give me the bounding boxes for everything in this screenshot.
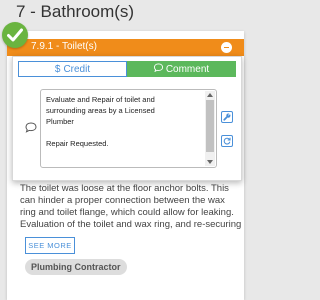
item-header[interactable]: 7.9.1 - Toilet(s) bbox=[7, 39, 244, 56]
see-more-button[interactable]: SEE MORE bbox=[25, 237, 75, 254]
comment-popup: $ Credit Comment Evaluate and Repair of … bbox=[12, 56, 242, 181]
item-description: The toilet was loose at the floor anchor… bbox=[20, 183, 242, 230]
item-header-label: 7.9.1 - Toilet(s) bbox=[31, 41, 97, 52]
scroll-thumb[interactable] bbox=[206, 100, 214, 152]
speech-bubble-icon bbox=[25, 120, 37, 138]
dollar-icon: $ bbox=[54, 63, 61, 75]
tab-credit[interactable]: $ Credit bbox=[18, 61, 127, 77]
tab-credit-label: Credit bbox=[63, 63, 91, 75]
comment-text: Evaluate and Repair of toilet and surrou… bbox=[46, 95, 155, 148]
chat-bubble-icon bbox=[153, 63, 163, 75]
contractor-tag: Plumbing Contractor bbox=[25, 259, 127, 275]
comment-textarea[interactable]: Evaluate and Repair of toilet and surrou… bbox=[40, 89, 217, 168]
tab-comment-label: Comment bbox=[165, 63, 210, 75]
textarea-scrollbar[interactable] bbox=[205, 91, 215, 166]
collapse-icon[interactable] bbox=[221, 42, 232, 53]
tab-comment[interactable]: Comment bbox=[127, 61, 236, 77]
scroll-down-icon[interactable] bbox=[207, 160, 213, 164]
refresh-icon[interactable] bbox=[221, 135, 233, 147]
popup-tabs: $ Credit Comment bbox=[18, 61, 236, 77]
wrench-icon[interactable] bbox=[221, 111, 233, 123]
checkmark-icon bbox=[2, 22, 28, 48]
scroll-up-icon[interactable] bbox=[207, 93, 213, 97]
section-title: 7 - Bathroom(s) bbox=[16, 2, 135, 21]
